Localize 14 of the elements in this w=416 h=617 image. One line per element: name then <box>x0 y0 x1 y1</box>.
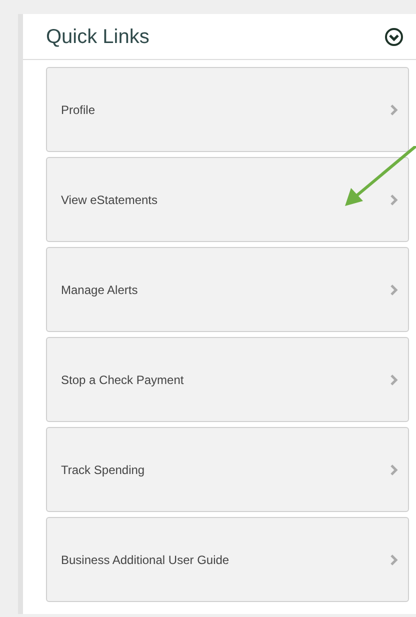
quick-link-button[interactable]: Profile <box>46 67 409 152</box>
quick-link-button[interactable]: Business Additional User Guide <box>46 517 409 602</box>
quick-link-button[interactable]: Stop a Check Payment <box>46 337 409 422</box>
panel-title: Quick Links <box>46 24 150 50</box>
collapse-toggle-icon[interactable] <box>384 26 404 46</box>
quick-link-button[interactable]: Manage Alerts <box>46 247 409 332</box>
chevron-right-icon <box>390 554 398 566</box>
chevron-right-icon <box>390 194 398 206</box>
chevron-right-icon <box>390 464 398 476</box>
chevron-right-icon <box>390 104 398 116</box>
chevron-right-icon <box>390 284 398 296</box>
chevron-right-icon <box>390 374 398 386</box>
quick-link-button[interactable]: View eStatements <box>46 157 409 242</box>
quick-link-button[interactable]: Track Spending <box>46 427 409 512</box>
